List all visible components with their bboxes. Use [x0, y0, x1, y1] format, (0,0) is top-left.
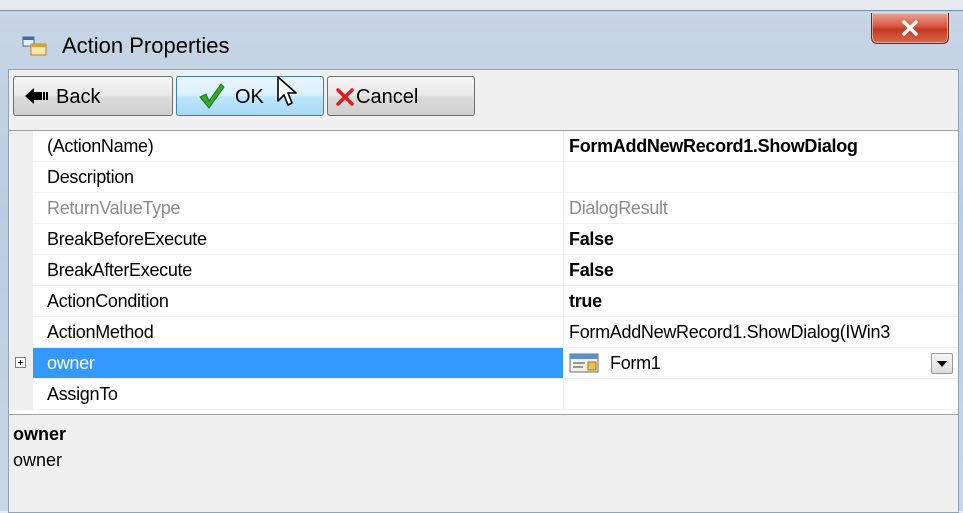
property-value[interactable]: true: [564, 286, 958, 317]
property-name: AssignTo: [33, 379, 564, 410]
property-row-assign-to[interactable]: AssignTo: [9, 379, 958, 410]
property-value-text: False: [569, 229, 614, 249]
description-title: owner: [13, 424, 67, 444]
mouse-pointer-icon: [276, 75, 300, 114]
form-icon: [569, 353, 599, 378]
toolbar: Back OK Cancel: [9, 70, 958, 126]
row-gutter: [9, 286, 33, 317]
row-gutter: [9, 317, 33, 348]
property-name-text: BreakBeforeExecute: [47, 229, 207, 249]
property-value[interactable]: FormAddNewRecord1.ShowDialog(IWin3: [564, 317, 958, 348]
property-name-text: (ActionName): [47, 136, 154, 156]
property-name-text: owner: [47, 353, 95, 373]
row-gutter: [9, 162, 33, 193]
property-name-text: BreakAfterExecute: [47, 260, 192, 280]
row-gutter: [9, 193, 33, 224]
property-value-text: FormAddNewRecord1.ShowDialog(IWin3: [569, 322, 890, 342]
cancel-button-label: Cancel: [356, 86, 419, 108]
property-row-break-before-execute[interactable]: BreakBeforeExecute False: [9, 224, 958, 255]
row-gutter: [9, 224, 33, 255]
property-value[interactable]: False: [564, 255, 958, 286]
back-button[interactable]: Back: [13, 76, 173, 116]
property-name-text: ActionMethod: [47, 322, 154, 342]
property-name-text: ReturnValueType: [47, 198, 181, 218]
row-gutter: [9, 348, 33, 379]
row-gutter: [9, 379, 33, 410]
property-value-text: False: [569, 260, 614, 280]
ok-button[interactable]: OK: [176, 76, 324, 116]
close-x-icon: [902, 20, 918, 36]
property-value-text: true: [569, 291, 602, 311]
close-button[interactable]: [871, 13, 949, 44]
form-window-icon: [22, 35, 48, 57]
property-name: ActionMethod: [33, 317, 564, 348]
property-value[interactable]: [564, 162, 958, 193]
property-value[interactable]: [564, 379, 958, 410]
red-x-icon: [336, 88, 354, 112]
property-name: ReturnValueType: [33, 193, 564, 224]
client-area: Back OK Cancel (ActionName) FormAddNewRe…: [8, 69, 959, 513]
title-bar[interactable]: Action Properties: [0, 11, 963, 67]
row-gutter: [9, 255, 33, 286]
expand-plus-icon[interactable]: [15, 357, 26, 368]
cancel-button[interactable]: Cancel: [327, 76, 475, 116]
action-properties-window: Action Properties Back OK Cancel (Action…: [0, 10, 963, 513]
description-text: owner: [13, 450, 63, 470]
property-name: Description: [33, 162, 564, 193]
property-value[interactable]: FormAddNewRecord1.ShowDialog: [564, 131, 958, 162]
property-value[interactable]: False: [564, 224, 958, 255]
property-row-action-condition[interactable]: ActionCondition true: [9, 286, 958, 317]
property-name-text: ActionCondition: [47, 291, 169, 311]
property-value[interactable]: Form1: [564, 348, 958, 379]
property-row-action-name[interactable]: (ActionName) FormAddNewRecord1.ShowDialo…: [9, 131, 958, 162]
ok-button-label: OK: [235, 86, 264, 108]
property-value: DialogResult: [564, 193, 958, 224]
property-row-description[interactable]: Description: [9, 162, 958, 193]
window-title: Action Properties: [62, 33, 230, 58]
property-name: (ActionName): [33, 131, 564, 162]
row-gutter: [9, 131, 33, 162]
property-value-text: DialogResult: [569, 198, 668, 218]
property-value-text: Form1: [610, 353, 661, 373]
chevron-down-icon: [937, 361, 947, 367]
back-button-label: Back: [56, 86, 101, 108]
description-pane: owner owner: [9, 418, 958, 512]
property-row-owner[interactable]: owner Form1: [9, 348, 958, 379]
property-name-text: AssignTo: [47, 384, 118, 404]
property-value-text: FormAddNewRecord1.ShowDialog: [569, 136, 858, 156]
property-name: ActionCondition: [33, 286, 564, 317]
property-row-return-value-type[interactable]: ReturnValueType DialogResult: [9, 193, 958, 224]
property-name: owner: [33, 348, 564, 379]
property-grid: (ActionName) FormAddNewRecord1.ShowDialo…: [9, 130, 958, 415]
property-name: BreakBeforeExecute: [33, 224, 564, 255]
dropdown-button[interactable]: [931, 353, 953, 374]
green-check-icon: [197, 82, 225, 116]
property-row-break-after-execute[interactable]: BreakAfterExecute False: [9, 255, 958, 286]
property-name: BreakAfterExecute: [33, 255, 564, 286]
back-arrow-icon: [24, 87, 50, 111]
property-name-text: Description: [47, 167, 134, 187]
property-row-action-method[interactable]: ActionMethod FormAddNewRecord1.ShowDialo…: [9, 317, 958, 348]
